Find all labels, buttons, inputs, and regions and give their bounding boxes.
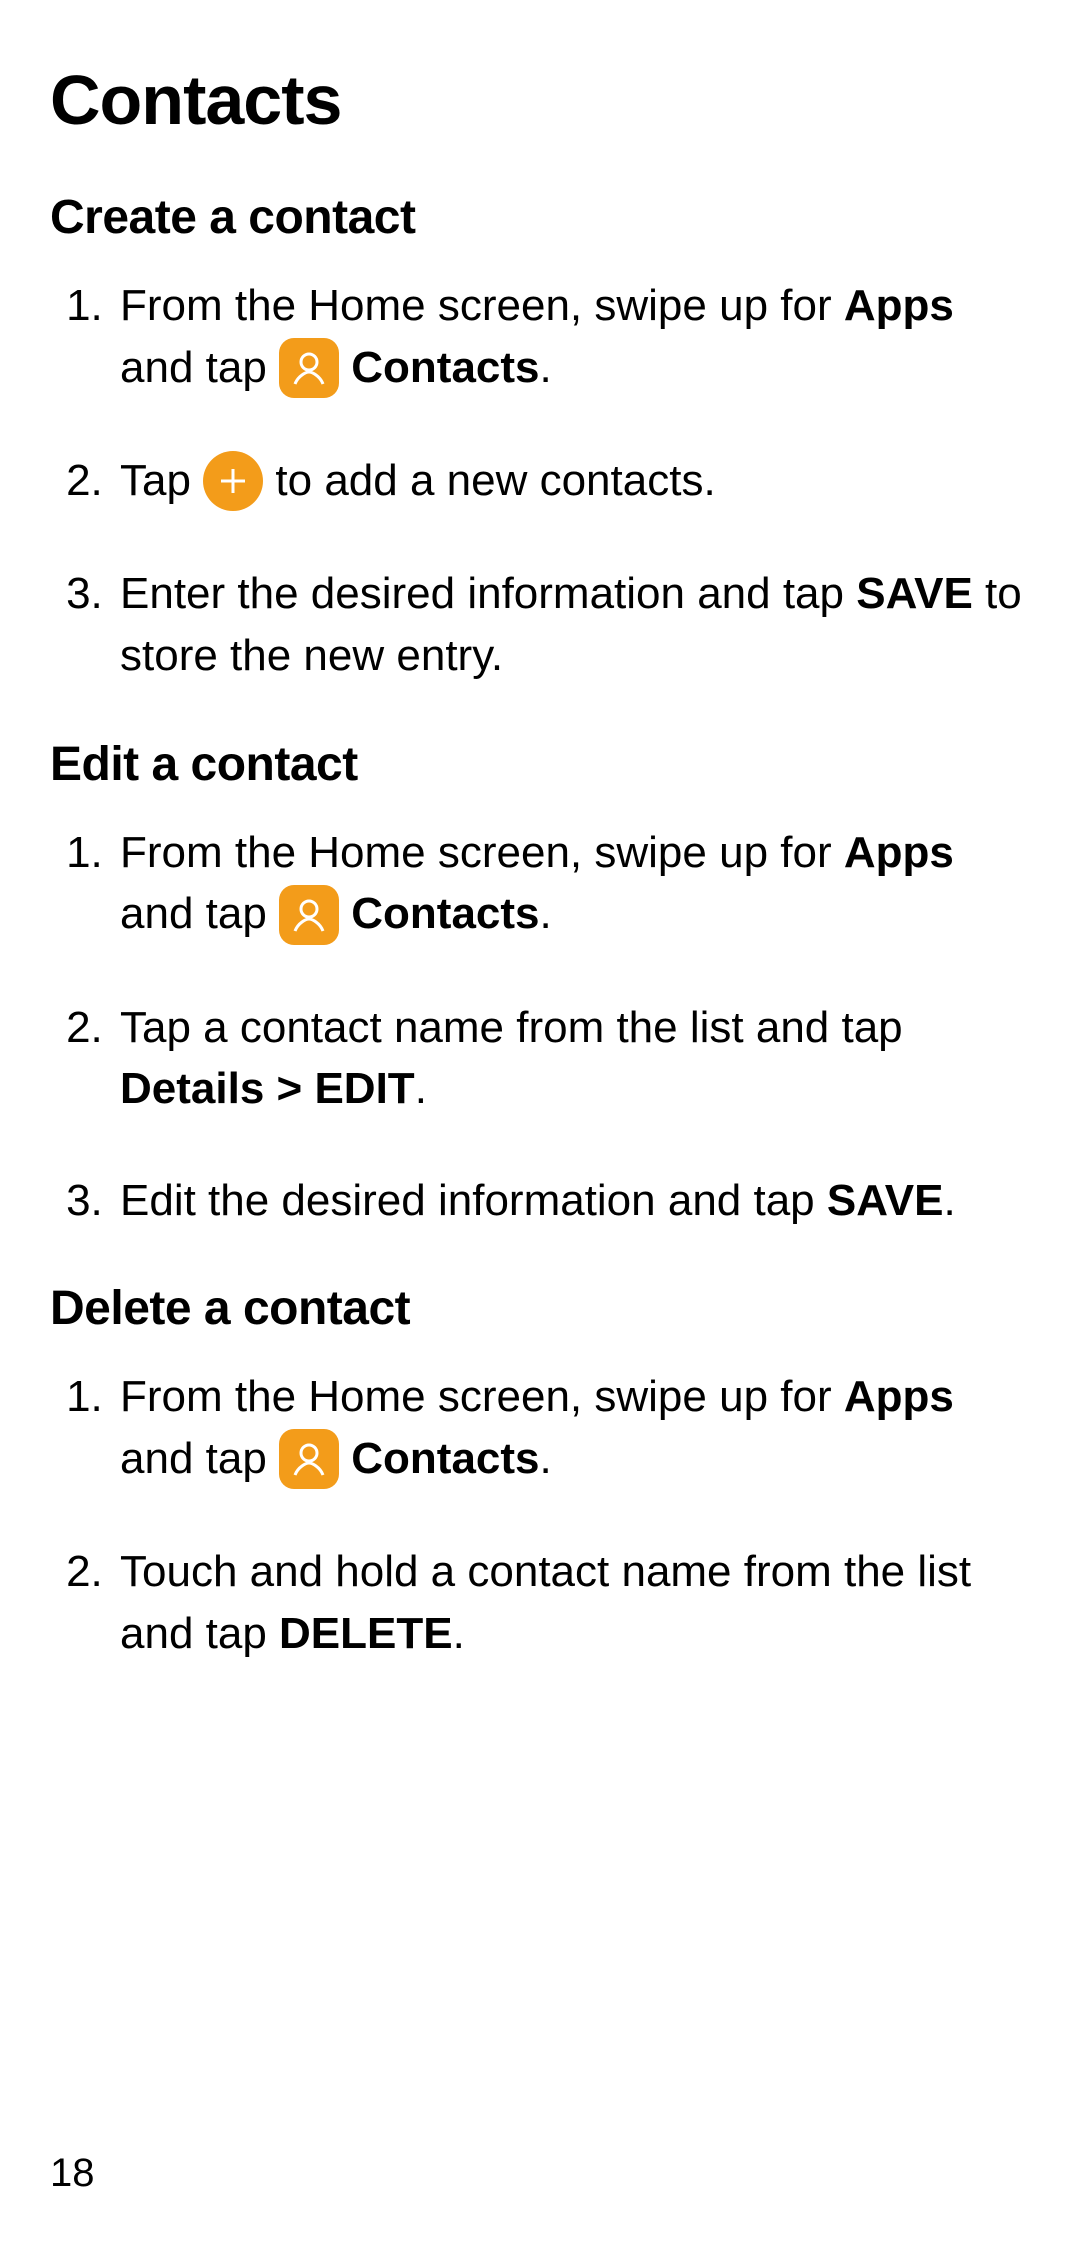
step-text: . (453, 1609, 465, 1658)
delete-label: DELETE (279, 1609, 453, 1658)
edit-label: EDIT (314, 1064, 414, 1113)
step-text: Tap a contact name from the list and tap (120, 1003, 903, 1052)
apps-label: Apps (844, 1372, 954, 1421)
step-text: . (540, 343, 552, 392)
section-heading-create: Create a contact (50, 190, 1030, 245)
step-text: Edit the desired information and tap (120, 1176, 827, 1225)
step-item: Tap to add a new contacts. (115, 450, 1030, 513)
page-title: Contacts (50, 60, 1030, 140)
contacts-app-icon (279, 1429, 339, 1489)
page-number: 18 (50, 2151, 95, 2196)
contacts-label: Contacts (351, 889, 539, 938)
separator: > (264, 1064, 314, 1113)
apps-label: Apps (844, 828, 954, 877)
step-text: Enter the desired information and tap (120, 569, 856, 618)
step-item: Enter the desired information and tap SA… (115, 563, 1030, 686)
save-label: SAVE (856, 569, 973, 618)
manual-page: Contacts Create a contact From the Home … (0, 0, 1080, 2256)
contacts-label: Contacts (351, 343, 539, 392)
step-text: From the Home screen, swipe up for (120, 1372, 844, 1421)
step-item: Edit the desired information and tap SAV… (115, 1170, 1030, 1232)
step-text: Tap (120, 456, 203, 505)
steps-edit: From the Home screen, swipe up for Apps … (50, 822, 1030, 1232)
step-item: From the Home screen, swipe up for Apps … (115, 1366, 1030, 1491)
step-text: Touch and hold a contact name from the l… (120, 1547, 971, 1658)
step-text: . (540, 889, 552, 938)
section-heading-edit: Edit a contact (50, 737, 1030, 792)
steps-delete: From the Home screen, swipe up for Apps … (50, 1366, 1030, 1664)
step-item: From the Home screen, swipe up for Apps … (115, 822, 1030, 947)
steps-create: From the Home screen, swipe up for Apps … (50, 275, 1030, 687)
step-item: From the Home screen, swipe up for Apps … (115, 275, 1030, 400)
step-text: From the Home screen, swipe up for (120, 281, 844, 330)
step-text: to add a new contacts. (263, 456, 716, 505)
step-text: and tap (120, 343, 279, 392)
contacts-label: Contacts (351, 1434, 539, 1483)
contacts-app-icon (279, 338, 339, 398)
step-text: From the Home screen, swipe up for (120, 828, 844, 877)
step-text: and tap (120, 1434, 279, 1483)
step-item: Touch and hold a contact name from the l… (115, 1541, 1030, 1664)
save-label: SAVE (827, 1176, 944, 1225)
step-text: . (415, 1064, 427, 1113)
contacts-app-icon (279, 885, 339, 945)
section-heading-delete: Delete a contact (50, 1281, 1030, 1336)
details-label: Details (120, 1064, 264, 1113)
apps-label: Apps (844, 281, 954, 330)
step-text: and tap (120, 889, 279, 938)
add-icon (203, 451, 263, 511)
step-item: Tap a contact name from the list and tap… (115, 997, 1030, 1120)
step-text: . (540, 1434, 552, 1483)
step-text: . (943, 1176, 955, 1225)
